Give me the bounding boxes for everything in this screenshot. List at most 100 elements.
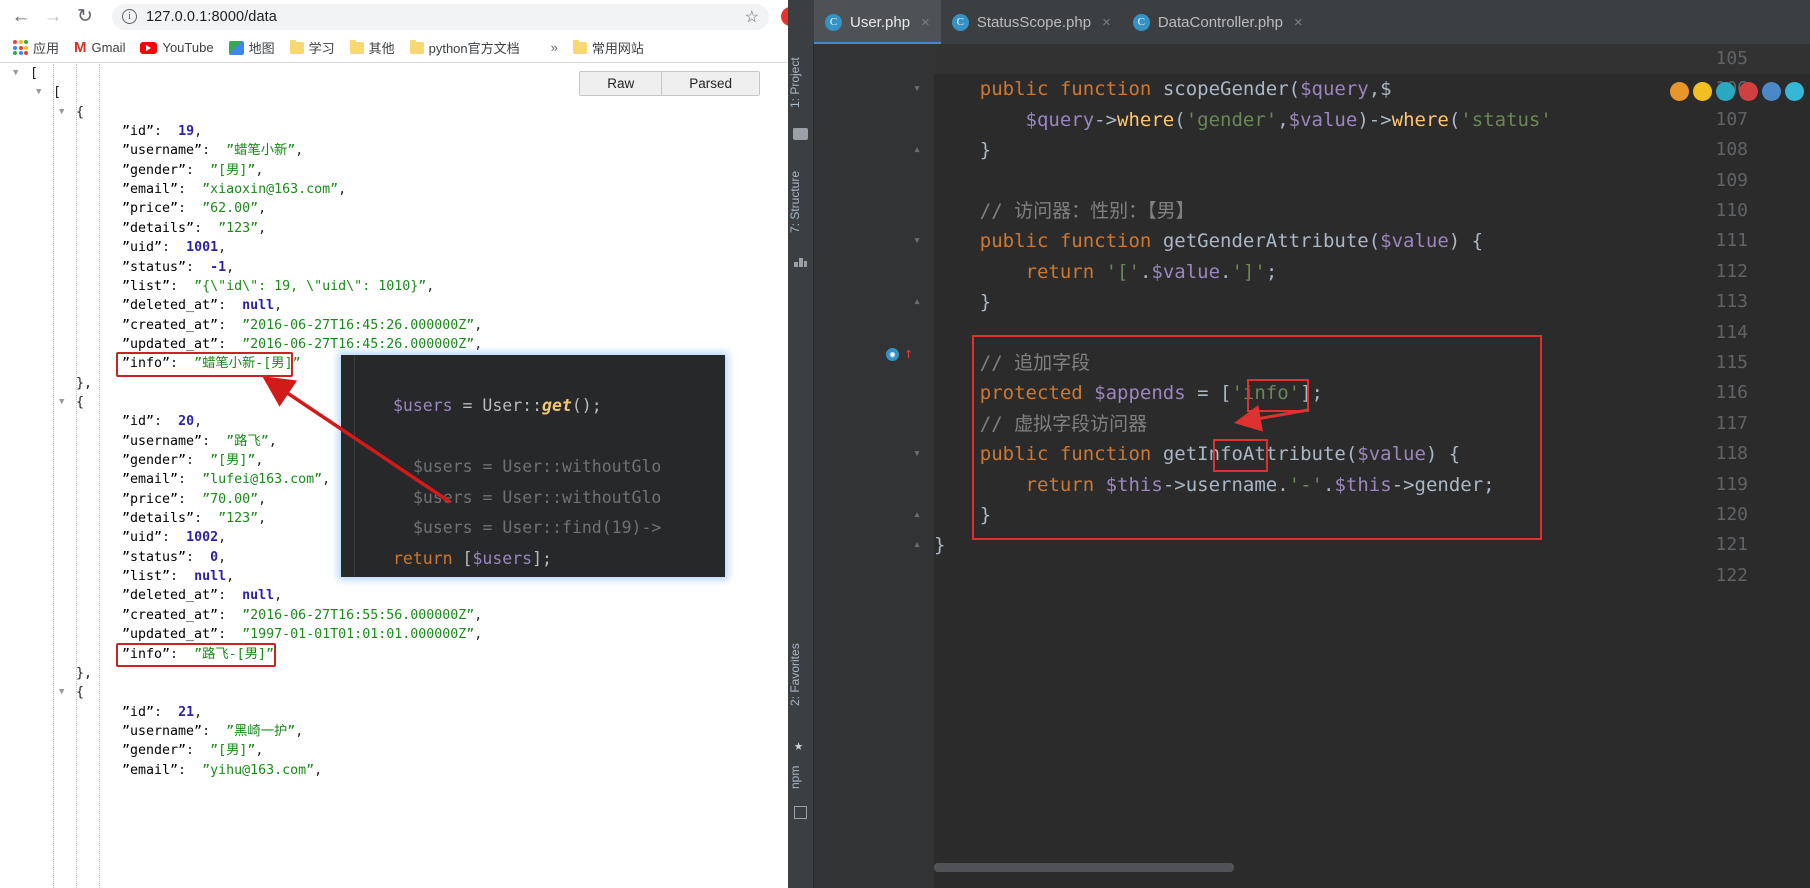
json-key: ”uid” xyxy=(122,240,163,256)
fold-marker-106[interactable]: ▾ xyxy=(909,74,925,104)
fold-marker-121[interactable]: ▴ xyxy=(909,530,925,560)
bookmark-overflow[interactable]: » xyxy=(545,37,564,58)
overlay-gutter-line xyxy=(350,355,355,577)
fold-marker-113[interactable]: ▴ xyxy=(909,287,925,317)
bookmark-gmail[interactable]: M Gmail xyxy=(68,36,131,59)
bookmark-python-docs[interactable]: python官方文档 xyxy=(404,35,526,60)
code-line[interactable]: // 虚拟字段访问器 xyxy=(934,409,1810,439)
code-line[interactable]: // 访问器：性别：【男】 xyxy=(934,196,1810,226)
bookmark-study[interactable]: 学习 xyxy=(284,35,341,60)
tab-statusscope-php[interactable]: C StatusScope.php × xyxy=(941,0,1122,44)
bookmark-maps[interactable]: 地图 xyxy=(223,35,281,60)
close-icon[interactable]: × xyxy=(1294,14,1303,31)
code-line[interactable]: } xyxy=(934,500,1810,530)
sidebar-item-structure[interactable]: 7: Structure xyxy=(788,154,814,249)
code-line[interactable]: return $this->username.'-'.$this->gender… xyxy=(934,470,1810,500)
disclosure-triangle-icon[interactable]: ▼ xyxy=(59,683,64,702)
disclosure-triangle-icon[interactable]: ▼ xyxy=(59,393,64,412)
bookmark-label: 学习 xyxy=(308,41,335,56)
code-line[interactable]: return '['.$value.']'; xyxy=(934,257,1810,287)
json-key: ”username” xyxy=(122,143,203,159)
code-editor[interactable]: 1051061071081091101111121131141151161171… xyxy=(814,44,1810,888)
json-line: ”deleted_at”: null, xyxy=(122,298,283,314)
back-button[interactable]: ← xyxy=(6,2,36,32)
code-line[interactable]: protected $appends = ['info']; xyxy=(934,378,1810,408)
code-line[interactable]: public function getInfoAttribute($value)… xyxy=(934,439,1810,469)
code-line[interactable]: } xyxy=(934,530,1810,560)
json-key: ”updated_at” xyxy=(122,336,219,352)
json-line: }, xyxy=(0,664,800,683)
json-line: ”details”: ”123”, xyxy=(122,220,267,236)
json-line: ”username”: ”黑崎一护”, xyxy=(122,723,304,739)
bookmark-others[interactable]: 其他 xyxy=(344,35,401,60)
disclosure-triangle-icon[interactable]: ▼ xyxy=(59,103,64,122)
folder-icon xyxy=(349,39,364,54)
sidebar-item-favorites[interactable]: 2: Favorites xyxy=(788,624,814,726)
code-line[interactable]: $query->where('gender',$value)->where('s… xyxy=(934,105,1810,135)
cyan-inlay-icon[interactable] xyxy=(1785,82,1804,101)
json-bracket: }, xyxy=(76,375,93,391)
orange-inlay-icon[interactable] xyxy=(1670,82,1689,101)
teal-inlay-icon[interactable] xyxy=(1716,82,1735,101)
bookmark-star-icon[interactable]: ☆ xyxy=(745,7,759,27)
reload-button[interactable]: ↻ xyxy=(70,2,100,32)
tab-user-php[interactable]: C User.php × xyxy=(814,0,941,44)
code-line[interactable] xyxy=(934,44,1810,74)
json-key: ”uid” xyxy=(122,530,163,546)
code-line[interactable]: // 追加字段 xyxy=(934,348,1810,378)
json-value: ”2016-06-27T16:45:26.000000Z” xyxy=(242,317,475,333)
json-key: ”email” xyxy=(122,182,179,198)
forward-button[interactable]: → xyxy=(38,2,68,32)
code-line[interactable]: } xyxy=(934,287,1810,317)
json-value: ”蜡笔小新” xyxy=(226,143,296,159)
sidebar-item-project[interactable]: 1: Project xyxy=(788,44,814,122)
overlay-code-line-2 xyxy=(341,422,725,453)
code-line[interactable] xyxy=(934,318,1810,348)
horizontal-scrollbar[interactable] xyxy=(934,863,1234,872)
star-icon[interactable]: ★ xyxy=(794,736,803,754)
json-value: -1 xyxy=(210,259,227,275)
fold-marker-111[interactable]: ▾ xyxy=(909,226,925,256)
fold-marker-120[interactable]: ▴ xyxy=(909,500,925,530)
php-class-icon: C xyxy=(951,13,969,31)
code-line[interactable]: public function getGenderAttribute($valu… xyxy=(934,226,1810,256)
tab-label: DataController.php xyxy=(1157,13,1283,31)
json-line: ”uid”: 1001, xyxy=(122,240,227,256)
tab-parsed[interactable]: Parsed xyxy=(661,72,759,95)
indent-guide xyxy=(99,64,100,888)
run-gutter-icon[interactable]: ◉ xyxy=(886,348,899,361)
blue-inlay-icon[interactable] xyxy=(1762,82,1781,101)
structure-icon[interactable] xyxy=(794,256,807,267)
address-bar[interactable]: i 127.0.0.1:8000/data ☆ xyxy=(112,3,769,30)
disclosure-triangle-icon[interactable]: ▼ xyxy=(13,64,18,83)
json-value: null xyxy=(242,298,275,314)
sidebar-item-npm[interactable]: npm xyxy=(788,756,814,798)
bookmark-common-sites[interactable]: 常用网站 xyxy=(567,35,650,60)
red-inlay-icon[interactable] xyxy=(1739,82,1758,101)
overlay-code-line-5: $users = User::find(19)-> xyxy=(413,518,662,537)
code-line[interactable]: } xyxy=(934,135,1810,165)
npm-icon[interactable] xyxy=(794,806,807,819)
code-line[interactable] xyxy=(934,561,1810,591)
json-bracket: { xyxy=(76,685,85,701)
php-class-icon: C xyxy=(825,13,842,31)
chevron-overflow-icon: » xyxy=(550,40,558,55)
json-bracket: [ xyxy=(53,85,62,101)
tab-datacontroller-php[interactable]: C DataController.php × xyxy=(1122,0,1314,44)
fold-marker-118[interactable]: ▾ xyxy=(909,439,925,469)
bookmark-youtube[interactable]: YouTube xyxy=(134,37,219,58)
project-folder-icon[interactable] xyxy=(793,128,808,140)
bookmark-apps[interactable]: 应用 xyxy=(7,35,65,60)
json-value: ”yihu@163.com” xyxy=(202,762,315,778)
code-line[interactable] xyxy=(934,166,1810,196)
close-icon[interactable]: × xyxy=(921,14,930,31)
fold-marker-108[interactable]: ▴ xyxy=(909,135,925,165)
folder-icon xyxy=(409,39,424,54)
tab-raw[interactable]: Raw xyxy=(580,72,662,95)
disclosure-triangle-icon[interactable]: ▼ xyxy=(36,83,41,102)
json-value: ”路飞-[男]” xyxy=(194,646,274,662)
yellow-inlay-icon[interactable] xyxy=(1693,82,1712,101)
close-icon[interactable]: × xyxy=(1102,14,1111,31)
site-info-icon[interactable]: i xyxy=(122,9,137,24)
json-value: ”62.00” xyxy=(202,201,259,217)
